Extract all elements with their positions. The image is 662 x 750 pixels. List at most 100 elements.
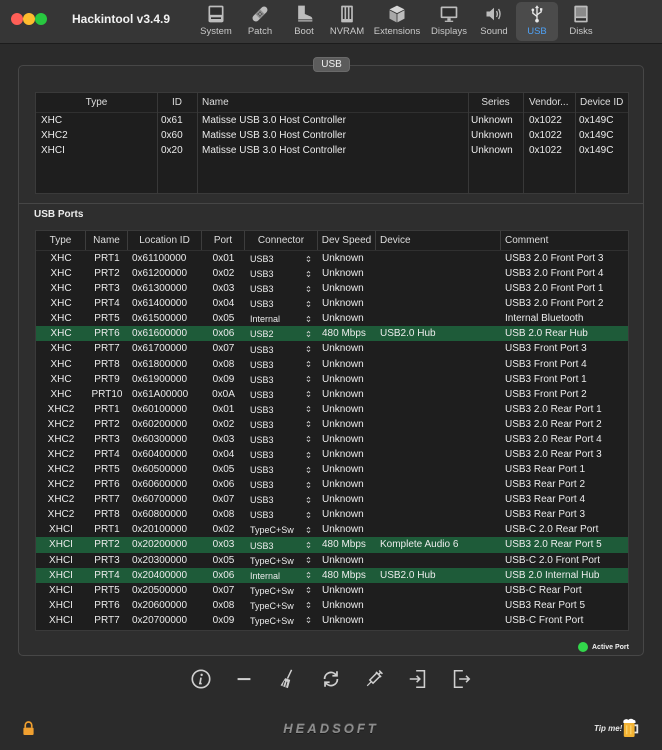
port-row[interactable]: XHCI PRT3 0x20300000 0x05 TypeC+Sw Unknown USB… [36,553,628,568]
connector-popup[interactable]: TypeC+Sw [245,522,318,537]
column-header-device[interactable]: Device [376,231,501,250]
port-row[interactable]: XHC2 PRT1 0x60100000 0x01 USB3 Unknown USB3 2.… [36,402,628,417]
connector-popup[interactable]: TypeC+Sw [245,553,318,568]
column-header-connector[interactable]: Connector [245,231,318,250]
clear-button[interactable] [276,668,298,690]
remove-button[interactable] [233,668,255,690]
port-row[interactable]: XHC2 PRT2 0x60200000 0x02 USB3 Unknown USB3 2.… [36,417,628,432]
column-header-vendor[interactable]: Vendor... [523,93,575,112]
connector-popup[interactable]: USB3 [245,507,318,522]
port-row[interactable]: XHC PRT3 0x61300000 0x03 USB3 Unknown USB3 2.0… [36,281,628,296]
beer-mug-icon[interactable] [622,717,640,739]
toolbar-item-disks[interactable]: Disks [559,2,603,41]
port-row[interactable]: XHC PRT1 0x61100000 0x01 USB3 Unknown USB3 2.0… [36,251,628,266]
port-comment-cell: USB3 Front Port 1 [505,373,587,385]
port-row[interactable]: XHC PRT5 0x61500000 0x05 Internal Unknown Inte… [36,311,628,326]
controller-row[interactable]: XHC 0x61 Matisse USB 3.0 Host Controller Un… [36,113,628,128]
lock-icon[interactable] [22,721,35,736]
info-button[interactable] [190,668,212,690]
chevron-up-down-icon [306,601,311,609]
column-header-type[interactable]: Type [36,93,157,112]
port-name-cell: PRT9 [94,373,120,385]
connector-popup[interactable]: USB3 [245,341,318,356]
column-header-port[interactable]: Port [202,231,245,250]
active-port-row[interactable]: XHC PRT6 0x61600000 0x06 USB2 480 Mbps USB2.0 … [36,326,628,342]
port-row[interactable]: XHCI PRT7 0x20700000 0x09 TypeC+Sw Unknown USB… [36,613,628,628]
package-icon [387,4,407,24]
refresh-icon [320,668,342,690]
export-button[interactable] [450,668,472,690]
toolbar-item-displays[interactable]: Displays [427,2,471,41]
column-header-id[interactable]: ID [157,93,197,112]
port-type-cell: XHC2 [47,509,75,521]
column-header-series[interactable]: Series [468,93,523,112]
connector-popup[interactable]: USB3 [245,492,318,507]
connector-value: USB3 [250,344,274,355]
connector-value: USB2 [250,329,274,340]
port-row[interactable]: XHC2 PRT3 0x60300000 0x03 USB3 Unknown USB3 2.… [36,432,628,447]
connector-value: Internal [250,314,281,325]
connector-popup[interactable]: TypeC+Sw [245,598,318,613]
column-header-device-id[interactable]: Device ID [575,93,628,112]
port-port-cell: 0x04 [212,449,235,461]
connector-popup[interactable]: USB3 [245,432,318,447]
connector-popup[interactable]: USB3 [245,537,318,552]
inject-button[interactable] [363,668,385,690]
port-row[interactable]: XHC2 PRT4 0x60400000 0x04 USB3 Unknown USB3 2.… [36,447,628,462]
connector-popup[interactable]: Internal [245,568,318,583]
connector-popup[interactable]: Internal [245,311,318,326]
column-header-name[interactable]: Name [197,93,468,112]
connector-popup[interactable]: USB3 [245,402,318,417]
connector-popup[interactable]: TypeC+Sw [245,583,318,598]
column-header-dev-speed[interactable]: Dev Speed [318,231,376,250]
import-button[interactable] [407,668,429,690]
controller-row[interactable]: XHC2 0x60 Matisse USB 3.0 Host Controller U… [36,128,628,143]
port-row[interactable]: XHCI PRT1 0x20100000 0x02 TypeC+Sw Unknown USB… [36,522,628,537]
connector-popup[interactable]: USB3 [245,251,318,266]
controller-row[interactable]: XHCI 0x20 Matisse USB 3.0 Host Controller U… [36,143,628,158]
active-port-row[interactable]: XHCI PRT2 0x20200000 0x03 USB3 480 Mbps Komple… [36,537,628,553]
column-header-type[interactable]: Type [36,231,86,250]
connector-popup[interactable]: USB3 [245,266,318,281]
minimize-button[interactable] [23,13,35,25]
column-header-name[interactable]: Name [86,231,128,250]
port-row[interactable]: XHC PRT10 0x61A00000 0x0A USB3 Unknown USB3 Fr… [36,387,628,402]
active-port-row[interactable]: XHCI PRT4 0x20400000 0x06 Internal 480 Mbps US… [36,567,628,583]
refresh-button[interactable] [320,668,342,690]
connector-popup[interactable]: USB2 [245,326,318,341]
tip-me-label[interactable]: Tip me! [594,724,622,734]
port-type-cell: XHCI [49,569,73,581]
toolbar-item-extensions[interactable]: Extensions [371,2,423,41]
port-row[interactable]: XHC PRT7 0x61700000 0x07 USB3 Unknown USB3 Fro… [36,341,628,356]
column-header-location-id[interactable]: Location ID [128,231,202,250]
connector-popup[interactable]: USB3 [245,447,318,462]
port-dev-speed-cell: Unknown [322,554,364,566]
port-location-id-cell: 0x60700000 [132,494,188,506]
port-row[interactable]: XHC2 PRT5 0x60500000 0x05 USB3 Unknown USB3 Re… [36,462,628,477]
port-row[interactable]: XHC PRT8 0x61800000 0x08 USB3 Unknown USB3 Fro… [36,357,628,372]
connector-popup[interactable]: USB3 [245,462,318,477]
port-row[interactable]: XHCI PRT6 0x20600000 0x08 TypeC+Sw Unknown USB… [36,598,628,613]
connector-popup[interactable]: USB3 [245,296,318,311]
toolbar-item-nvram[interactable]: NVRAM [325,2,369,41]
port-row[interactable]: XHCI PRT5 0x20500000 0x07 TypeC+Sw Unknown USB… [36,583,628,598]
close-button[interactable] [11,13,23,25]
connector-popup[interactable]: USB3 [245,417,318,432]
toolbar-item-usb[interactable]: USB [516,2,558,41]
port-row[interactable]: XHC2 PRT8 0x60800000 0x08 USB3 Unknown USB3 Re… [36,507,628,522]
connector-popup[interactable]: USB3 [245,477,318,492]
connector-popup[interactable]: TypeC+Sw [245,613,318,628]
connector-value: TypeC+Sw [250,525,294,536]
connector-popup[interactable]: USB3 [245,281,318,296]
port-row[interactable]: XHC PRT2 0x61200000 0x02 USB3 Unknown USB3 2.0… [36,266,628,281]
port-row[interactable]: XHC PRT9 0x61900000 0x09 USB3 Unknown USB3 Fro… [36,372,628,387]
port-row[interactable]: XHC2 PRT7 0x60700000 0x07 USB3 Unknown USB3 Re… [36,492,628,507]
column-header-comment[interactable]: Comment [501,231,628,250]
connector-popup[interactable]: USB3 [245,357,318,372]
port-row[interactable]: XHC2 PRT6 0x60600000 0x06 USB3 Unknown USB3 Re… [36,477,628,492]
connector-popup[interactable]: USB3 [245,372,318,387]
connector-popup[interactable]: USB3 [245,387,318,402]
port-type-cell: XHC [50,298,72,310]
zoom-button[interactable] [35,13,47,25]
port-row[interactable]: XHC PRT4 0x61400000 0x04 USB3 Unknown USB3 2.0… [36,296,628,311]
